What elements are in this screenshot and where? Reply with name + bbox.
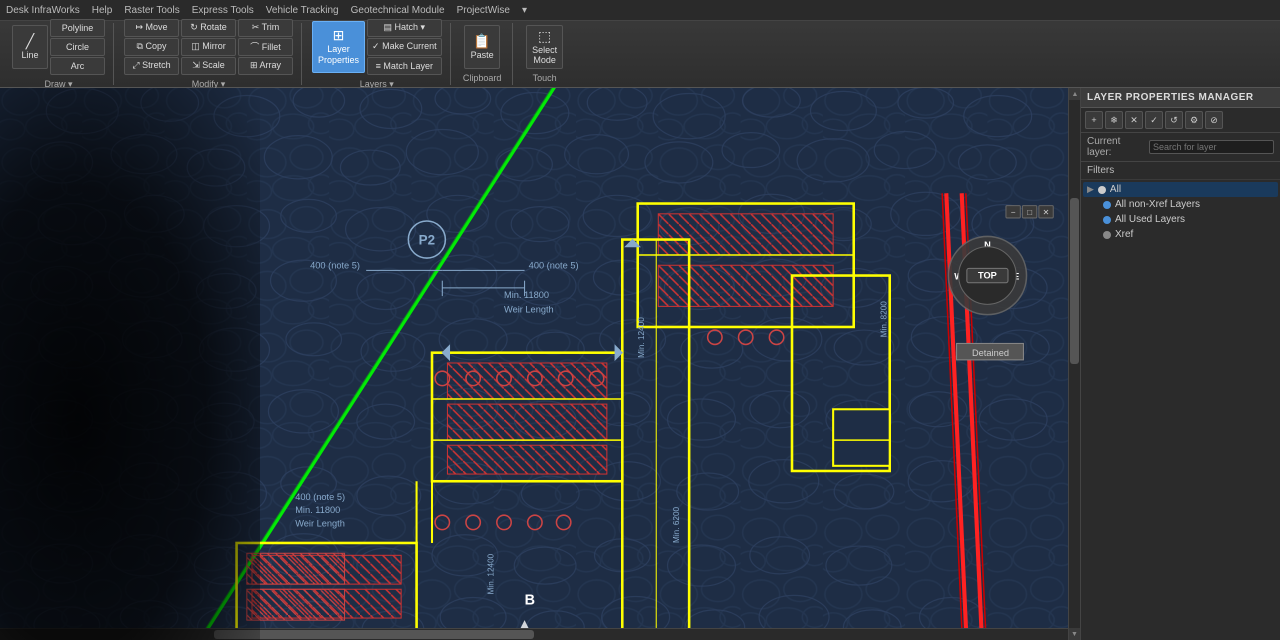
draw-line-button[interactable]: ╱ Line — [12, 25, 48, 69]
layer-tree-item-xref[interactable]: Xref — [1083, 227, 1278, 242]
select-mode-icon: ⬚ — [538, 29, 551, 43]
paste-label: Paste — [471, 50, 494, 60]
menu-raster[interactable]: Raster Tools — [124, 5, 179, 16]
layer-color-dot — [1103, 216, 1111, 224]
menu-infraworks[interactable]: Desk InfraWorks — [6, 5, 80, 16]
vertical-scroll-thumb[interactable] — [1070, 198, 1079, 364]
modify-mirror-button[interactable]: ◫ Mirror — [181, 38, 236, 56]
modify-stretch-button[interactable]: ⤢ Stretch — [124, 57, 179, 75]
svg-text:400 (note 5): 400 (note 5) — [295, 492, 345, 502]
svg-text:Min. 11800: Min. 11800 — [295, 505, 340, 515]
new-layer-vp-button[interactable]: ❄ — [1105, 111, 1123, 129]
svg-text:Min. 12400: Min. 12400 — [637, 317, 646, 358]
cad-viewport[interactable]: P2 400 (note 5) 400 (note 5) Min. 11800 … — [0, 88, 1080, 640]
svg-text:□: □ — [1027, 208, 1032, 217]
layer-current-row: Current layer: — [1081, 133, 1280, 162]
layer-panel-title: LAYER PROPERTIES MANAGER — [1081, 88, 1280, 108]
layer-used-label: All Used Layers — [1115, 214, 1185, 225]
layer-properties-label: LayerProperties — [318, 44, 359, 66]
menu-more[interactable]: ▾ — [522, 5, 527, 16]
svg-text:Weir Length: Weir Length — [504, 305, 554, 315]
layer-tree-item-used[interactable]: All Used Layers — [1083, 212, 1278, 227]
select-mode-label: SelectMode — [532, 45, 557, 65]
modify-scale-button[interactable]: ⇲ Scale — [181, 57, 236, 75]
ribbon-group-layers: ⊞ LayerProperties ▤ Hatch ▾ ✓ Make Curre… — [304, 23, 451, 85]
line-icon: ╱ — [26, 34, 34, 48]
paste-icon: 📋 — [473, 34, 490, 48]
svg-text:400 (note 5): 400 (note 5) — [310, 260, 360, 270]
vertical-scrollbar[interactable]: ▲ ▼ — [1068, 88, 1080, 640]
menu-projectwise[interactable]: ProjectWise — [457, 5, 510, 16]
draw-polyline-button[interactable]: Polyline — [50, 19, 105, 37]
modify-array-button[interactable]: ⊞ Array — [238, 57, 293, 75]
ribbon-group-draw: ╱ Line Polyline Circle Arc Draw ▾ — [4, 23, 114, 85]
svg-text:Min. 6200: Min. 6200 — [672, 506, 681, 543]
set-current-button[interactable]: ✓ — [1145, 111, 1163, 129]
layer-properties-panel: LAYER PROPERTIES MANAGER + ❄ ✕ ✓ ↺ ⚙ ⊘ C… — [1080, 88, 1280, 640]
paste-button[interactable]: 📋 Paste — [464, 25, 500, 69]
clipboard-group-label: Clipboard — [463, 73, 502, 83]
draw-line-label: Line — [21, 50, 38, 60]
new-layer-button[interactable]: + — [1085, 111, 1103, 129]
svg-text:Detained: Detained — [972, 348, 1009, 358]
svg-text:400 (note 5): 400 (note 5) — [529, 260, 579, 270]
ribbon-group-modify: ↦ Move ⧉ Copy ⤢ Stretch ↻ Rotate ◫ Mirro… — [116, 23, 302, 85]
modify-rotate-button[interactable]: ↻ Rotate — [181, 19, 236, 37]
modify-copy-button[interactable]: ⧉ Copy — [124, 38, 179, 56]
settings-button[interactable]: ⚙ — [1185, 111, 1203, 129]
layer-tree-item-non-xref[interactable]: All non-Xref Layers — [1083, 197, 1278, 212]
layer-color-dot — [1103, 201, 1111, 209]
layer-tree: ▶ All All non-Xref Layers All Used Layer… — [1081, 180, 1280, 640]
layer-color-dot — [1103, 231, 1111, 239]
layer-xref-label: Xref — [1115, 229, 1133, 240]
search-pin-button[interactable]: ⊘ — [1205, 111, 1223, 129]
menu-express[interactable]: Express Tools — [192, 5, 254, 16]
menu-geotech[interactable]: Geotechnical Module — [351, 5, 445, 16]
scroll-down-arrow[interactable]: ▼ — [1069, 628, 1080, 640]
modify-fillet-button[interactable]: ⌒ Fillet — [238, 38, 293, 56]
horizontal-scrollbar[interactable] — [0, 628, 1068, 640]
main-area: P2 400 (note 5) 400 (note 5) Min. 11800 … — [0, 88, 1280, 640]
modify-trim-button[interactable]: ✂ Trim — [238, 19, 293, 37]
horizontal-scroll-thumb[interactable] — [214, 630, 534, 639]
svg-text:B: B — [525, 593, 535, 609]
layer-tree-item-all[interactable]: ▶ All — [1083, 182, 1278, 197]
svg-text:P2: P2 — [419, 233, 435, 248]
delete-layer-button[interactable]: ✕ — [1125, 111, 1143, 129]
ribbon-group-clipboard: 📋 Paste Clipboard — [453, 23, 513, 85]
current-layer-label: Current layer: — [1087, 136, 1145, 158]
layer-color-dot — [1098, 186, 1106, 194]
layer-all-label: All — [1110, 184, 1121, 195]
modify-move-button[interactable]: ↦ Move — [124, 19, 179, 37]
layer-properties-button[interactable]: ⊞ LayerProperties — [312, 21, 365, 73]
svg-text:Min. 11800: Min. 11800 — [504, 290, 549, 300]
refresh-button[interactable]: ↺ — [1165, 111, 1183, 129]
ribbon: ╱ Line Polyline Circle Arc Draw ▾ ↦ Move… — [0, 21, 1280, 87]
layer-nonxref-label: All non-Xref Layers — [1115, 199, 1200, 210]
menu-vehicle[interactable]: Vehicle Tracking — [266, 5, 339, 16]
svg-text:TOP: TOP — [978, 271, 997, 281]
cad-drawing: P2 400 (note 5) 400 (note 5) Min. 11800 … — [0, 88, 1080, 640]
svg-text:Min. 8200: Min. 8200 — [880, 301, 889, 338]
svg-text:−: − — [1011, 208, 1016, 217]
match-layer-button[interactable]: ≡ Match Layer — [367, 57, 442, 75]
current-layer-input[interactable] — [1149, 140, 1274, 154]
layer-properties-icon: ⊞ — [333, 28, 345, 42]
ribbon-group-touch: ⬚ SelectMode Touch — [515, 23, 575, 85]
make-current-button[interactable]: ✓ Make Current — [367, 38, 442, 56]
select-mode-button[interactable]: ⬚ SelectMode — [526, 25, 563, 69]
scroll-up-arrow[interactable]: ▲ — [1069, 88, 1080, 100]
draw-circle-button[interactable]: Circle — [50, 38, 105, 56]
tree-expand-icon: ▶ — [1087, 184, 1094, 195]
svg-text:✕: ✕ — [1043, 208, 1050, 217]
menu-help[interactable]: Help — [92, 5, 113, 16]
svg-text:Min. 12400: Min. 12400 — [487, 553, 496, 594]
touch-group-label: Touch — [533, 73, 557, 83]
layer-panel-toolbar: + ❄ ✕ ✓ ↺ ⚙ ⊘ — [1081, 108, 1280, 133]
toolbar: Desk InfraWorks Help Raster Tools Expres… — [0, 0, 1280, 88]
filters-label: Filters — [1081, 162, 1280, 180]
draw-arc-button[interactable]: Arc — [50, 57, 105, 75]
svg-text:Weir Length: Weir Length — [295, 519, 345, 529]
hatch-button[interactable]: ▤ Hatch ▾ — [367, 19, 442, 37]
